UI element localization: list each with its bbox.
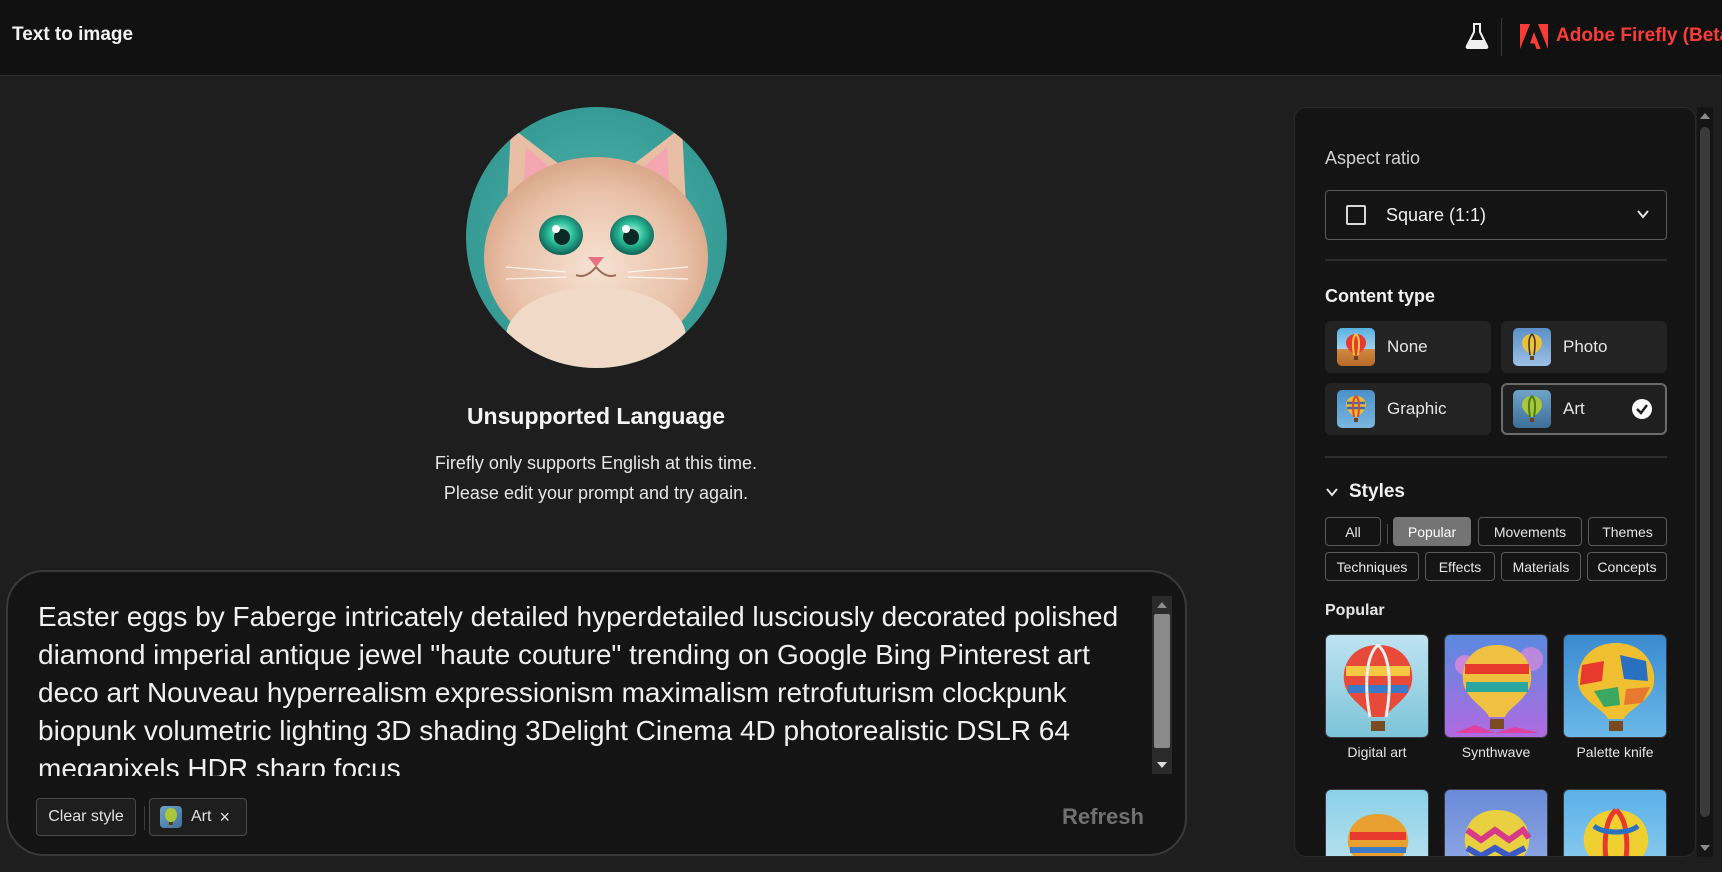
style-tile[interactable] — [1444, 789, 1548, 856]
refresh-button[interactable]: Refresh — [1062, 804, 1144, 830]
applied-style-label: Art — [191, 808, 212, 825]
error-message-line-2: Please edit your prompt and try again. — [443, 483, 749, 503]
popular-section-label: Popular — [1325, 602, 1385, 619]
styles-title: Styles — [1349, 481, 1405, 502]
chip-divider — [144, 806, 145, 830]
filter-all[interactable]: All — [1325, 517, 1381, 546]
chevron-down-icon — [1326, 488, 1338, 497]
checkmark-icon — [1632, 399, 1652, 419]
square-icon — [1346, 205, 1366, 225]
clear-style-button[interactable]: Clear style — [36, 798, 136, 836]
content-type-none[interactable]: None — [1325, 321, 1491, 373]
scroll-down-icon[interactable] — [1700, 845, 1710, 851]
style-tile[interactable] — [1563, 789, 1667, 856]
panel-scrollbar[interactable] — [1697, 107, 1713, 857]
panel-divider — [1325, 259, 1667, 261]
aspect-ratio-value: Square (1:1) — [1386, 204, 1487, 225]
page-title: Text to image — [12, 24, 134, 45]
content-type-art-label: Art — [1563, 399, 1585, 418]
aspect-ratio-select[interactable]: Square (1:1) — [1325, 190, 1667, 240]
error-illustration — [466, 107, 727, 368]
topbar-divider — [1501, 18, 1502, 56]
error-title: Unsupported Language — [466, 403, 726, 429]
filter-separator — [1387, 524, 1388, 544]
balloon-graphic-icon — [1337, 390, 1375, 428]
chevron-down-icon — [1637, 210, 1649, 219]
scrollbar-thumb[interactable] — [1700, 127, 1710, 817]
brand-name[interactable]: Adobe Firefly (Beta) — [1556, 25, 1722, 47]
adobe-logo-icon[interactable] — [1520, 24, 1548, 49]
filter-effects[interactable]: Effects — [1425, 552, 1495, 581]
style-caption-palette-knife: Palette knife — [1576, 744, 1654, 760]
cat-illustration — [484, 127, 708, 368]
scroll-up-icon[interactable] — [1157, 602, 1167, 608]
style-tile[interactable] — [1325, 789, 1429, 856]
applied-style-chip[interactable]: Art × — [149, 798, 247, 836]
error-message-line-1: Firefly only supports English at this ti… — [434, 453, 758, 473]
style-tile-synthwave[interactable] — [1444, 634, 1548, 738]
prompt-input[interactable]: Easter eggs by Faberge intricately detai… — [38, 598, 1154, 776]
scroll-down-icon[interactable] — [1157, 762, 1167, 768]
panel-divider — [1325, 456, 1667, 458]
prompt-box: Easter eggs by Faberge intricately detai… — [6, 570, 1187, 856]
filter-movements[interactable]: Movements — [1478, 517, 1582, 546]
balloon-photo-icon — [1513, 328, 1551, 366]
beaker-icon[interactable] — [1464, 22, 1490, 50]
filter-popular[interactable]: Popular — [1393, 517, 1471, 546]
balloon-none-icon — [1337, 328, 1375, 366]
top-bar: Text to image Adobe Firefly (Beta) — [0, 0, 1722, 76]
content-type-graphic-label: Graphic — [1387, 399, 1447, 418]
settings-panel: Aspect ratio Square (1:1) Content type N… — [1294, 107, 1696, 857]
filter-materials[interactable]: Materials — [1501, 552, 1581, 581]
filter-techniques[interactable]: Techniques — [1325, 552, 1419, 581]
filter-concepts[interactable]: Concepts — [1587, 552, 1667, 581]
content-type-label: Content type — [1325, 286, 1435, 306]
filter-themes[interactable]: Themes — [1588, 517, 1667, 546]
remove-style-close-icon[interactable]: × — [219, 807, 230, 828]
content-type-photo-label: Photo — [1563, 337, 1608, 356]
prompt-scrollbar[interactable] — [1152, 596, 1172, 774]
style-tile-digital-art[interactable] — [1325, 634, 1429, 738]
content-type-graphic[interactable]: Graphic — [1325, 383, 1491, 435]
content-type-art[interactable]: Art — [1501, 383, 1667, 435]
scrollbar-thumb[interactable] — [1154, 614, 1170, 748]
aspect-ratio-label: Aspect ratio — [1325, 148, 1421, 168]
style-caption-synthwave: Synthwave — [1461, 744, 1531, 760]
style-caption-digital-art: Digital art — [1347, 744, 1407, 760]
scroll-up-icon[interactable] — [1700, 113, 1710, 119]
balloon-art-icon — [1513, 390, 1551, 428]
content-type-photo[interactable]: Photo — [1501, 321, 1667, 373]
style-tile-palette-knife[interactable] — [1563, 634, 1667, 738]
content-type-none-label: None — [1387, 337, 1428, 356]
art-balloon-icon — [160, 806, 182, 828]
styles-section-toggle[interactable]: Styles — [1325, 481, 1405, 503]
